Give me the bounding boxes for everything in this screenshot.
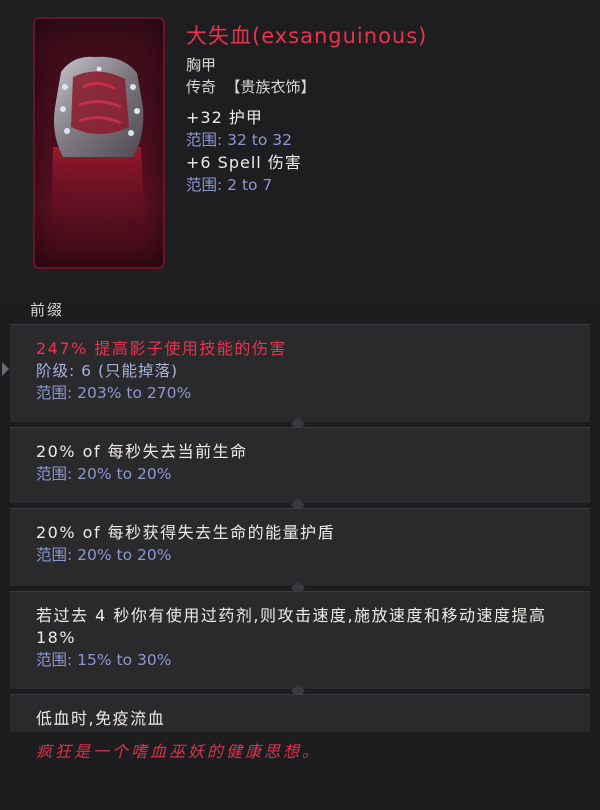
left-caret-icon: [2, 362, 9, 376]
item-slot: 胸甲: [186, 56, 217, 74]
affix-4: 若过去 4 秒你有使用过药剂,则攻击速度,施放速度和移动速度提高 18% 范围:…: [10, 591, 590, 689]
affix-2: 20% of 每秒失去当前生命 范围: 20% to 20%: [10, 427, 590, 503]
affix-range: 范围: 203% to 270%: [36, 384, 192, 402]
base-stat-armor: +32 护甲: [186, 108, 263, 127]
base-stat-spell-damage: +6 Spell 伤害: [186, 153, 302, 172]
affix-3: 20% of 每秒获得失去生命的能量护盾 范围: 20% to 20%: [10, 508, 590, 586]
affix-text: 247% 提高影子使用技能的伤害: [36, 339, 287, 358]
affix-text: 20% of 每秒获得失去生命的能量护盾: [36, 523, 336, 542]
affix-range: 范围: 20% to 20%: [36, 465, 172, 483]
item-tooltip: 大失血(exsanguinous) 胸甲 传奇 【贵族衣饰】 +32 护甲 范围…: [0, 0, 600, 810]
item-header: 大失血(exsanguinous) 胸甲 传奇 【贵族衣饰】 +32 护甲 范围…: [0, 0, 600, 300]
affix-5: 低血时,免疫流血: [10, 694, 590, 732]
affix-1: 247% 提高影子使用技能的伤害 阶级: 6 (只能掉落) 范围: 203% t…: [10, 324, 590, 422]
item-name: 大失血(exsanguinous): [186, 24, 428, 48]
affix-range: 范围: 20% to 20%: [36, 546, 172, 564]
item-rarity: 传奇 【贵族衣饰】: [186, 78, 316, 96]
flavor-text: 疯狂是一个嗜血巫妖的健康思想。: [36, 742, 322, 761]
affix-range: 范围: 15% to 30%: [36, 651, 172, 669]
base-stat-armor-range: 范围: 32 to 32: [186, 131, 293, 149]
item-info: 大失血(exsanguinous) 胸甲 传奇 【贵族衣饰】 +32 护甲 范围…: [186, 22, 586, 196]
prefix-label: 前缀: [30, 301, 65, 319]
base-stat-spell-damage-range: 范围: 2 to 7: [186, 176, 273, 194]
affix-tier: 阶级: 6 (只能掉落): [36, 362, 179, 380]
affix-text: 20% of 每秒失去当前生命: [36, 442, 248, 461]
blood-armor-icon: [33, 17, 165, 269]
affix-text: 若过去 4 秒你有使用过药剂,则攻击速度,施放速度和移动速度提高 18%: [36, 606, 547, 647]
affix-text: 低血时,免疫流血: [36, 709, 166, 728]
